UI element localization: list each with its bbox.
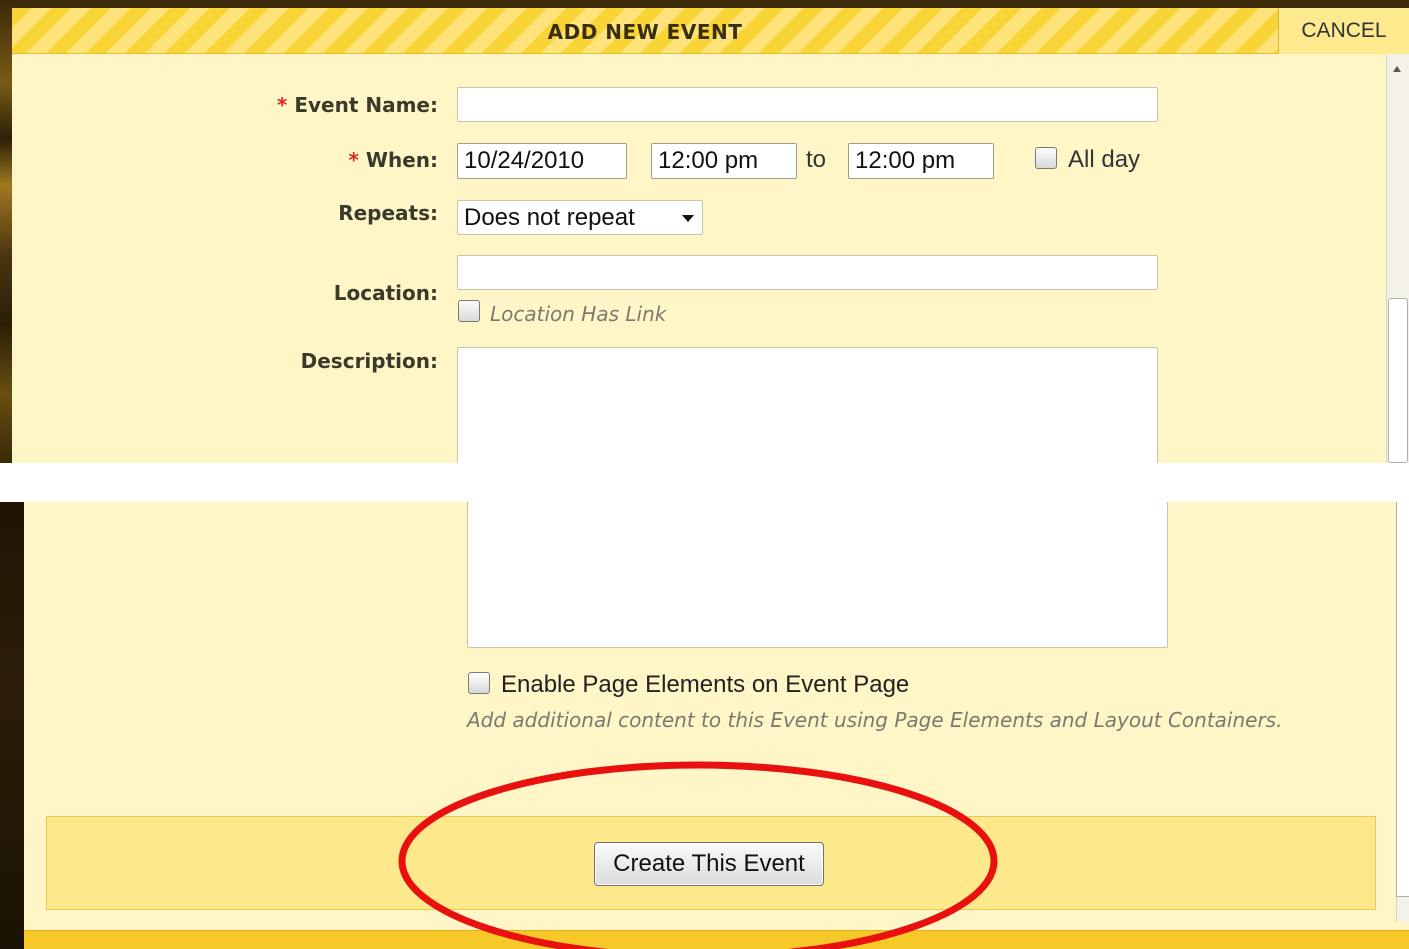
scrollbar-thumb[interactable] (1396, 502, 1409, 897)
background-page-edge (0, 502, 24, 949)
scrollbar-thumb[interactable] (1388, 298, 1408, 463)
date-value: 10/24/2010 (464, 147, 585, 174)
location-has-link-checkbox[interactable] (458, 300, 480, 322)
to-label: to (806, 146, 827, 173)
location-input[interactable] (457, 255, 1158, 290)
dialog-title: ADD NEW EVENT (547, 20, 743, 44)
all-day-label: All day (1068, 146, 1141, 173)
date-input[interactable]: 10/24/2010 (457, 143, 627, 179)
background-page-strip (0, 0, 1409, 8)
description-label: Description: (300, 349, 438, 373)
start-time-input[interactable]: 12:00 pm (651, 143, 797, 179)
page-elements-hint: Add additional content to this Event usi… (467, 708, 1283, 732)
bottom-screenshot-panel: Enable Page Elements on Event Page Add a… (0, 502, 1409, 949)
description-textarea-continued[interactable] (467, 502, 1168, 648)
required-marker: * (276, 93, 288, 117)
scrollbar-grip-icon: ⋮ (1404, 658, 1409, 672)
enable-page-elements-checkbox[interactable] (468, 672, 490, 694)
location-value (458, 259, 464, 286)
description-textarea[interactable] (457, 347, 1158, 463)
repeats-selected-value: Does not repeat (464, 204, 635, 231)
background-page-edge (0, 0, 12, 463)
repeats-select[interactable]: Does not repeat (457, 200, 703, 235)
enable-page-elements-label: Enable Page Elements on Event Page (501, 671, 910, 698)
all-day-checkbox[interactable] (1035, 147, 1057, 169)
start-time-value: 12:00 pm (658, 147, 759, 174)
when-label-text: When: (365, 148, 438, 172)
location-label: Location: (333, 281, 438, 305)
screenshot-separator (0, 463, 1409, 502)
chevron-down-icon (682, 215, 694, 222)
top-screenshot-panel: ADD NEW EVENT CANCEL * Event Name: * Whe… (0, 0, 1409, 463)
required-marker: * (348, 148, 359, 172)
when-label: * When: (160, 148, 438, 172)
event-name-label: * Event Name: (160, 93, 438, 117)
scroll-up-icon[interactable] (1393, 66, 1401, 72)
cancel-button[interactable]: CANCEL (1278, 8, 1409, 54)
end-time-input[interactable]: 12:00 pm (848, 143, 994, 179)
event-name-input[interactable] (457, 87, 1158, 122)
red-ellipse-highlight (398, 761, 998, 949)
end-time-value: 12:00 pm (855, 147, 956, 174)
repeats-label: Repeats: (338, 201, 438, 225)
event-name-label-text: Event Name: (294, 93, 438, 117)
annotation-ellipse (398, 761, 998, 949)
location-has-link-label: Location Has Link (490, 302, 667, 326)
event-name-value (458, 91, 464, 118)
description-value (458, 351, 464, 378)
